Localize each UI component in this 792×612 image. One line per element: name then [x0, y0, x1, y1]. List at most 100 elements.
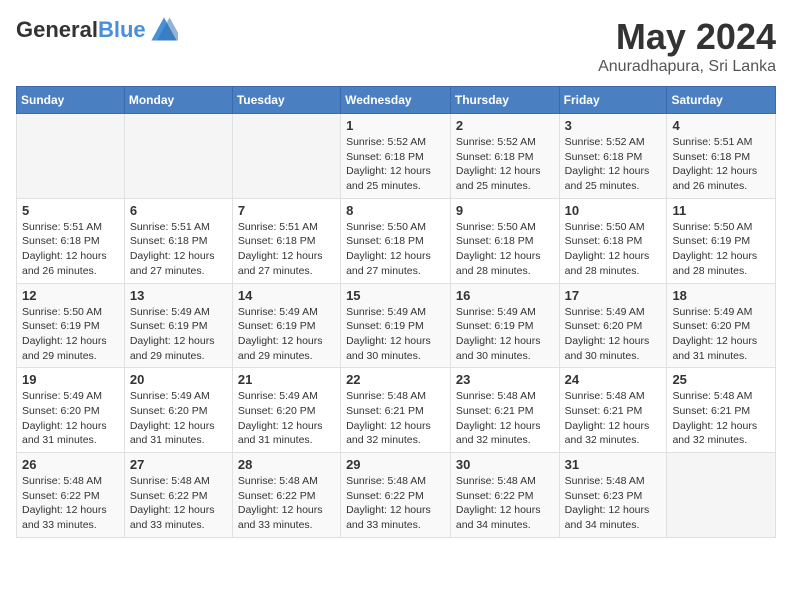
- day-info: Sunrise: 5:48 AM Sunset: 6:22 PM Dayligh…: [130, 474, 227, 533]
- calendar-cell: 27 Sunrise: 5:48 AM Sunset: 6:22 PM Dayli…: [124, 453, 232, 538]
- day-number: 10: [565, 203, 662, 218]
- week-row-2: 5 Sunrise: 5:51 AM Sunset: 6:18 PM Daylig…: [17, 198, 776, 283]
- calendar-cell: 24Sunrise: 5:48 AM Sunset: 6:21 PM Dayli…: [559, 368, 667, 453]
- calendar-cell: [17, 114, 125, 199]
- day-number: 31: [565, 457, 662, 472]
- calendar-cell: 6Sunrise: 5:51 AM Sunset: 6:18 PM Daylig…: [124, 198, 232, 283]
- day-number: 3: [565, 118, 662, 133]
- day-number: 22: [346, 372, 445, 387]
- calendar-cell: 8Sunrise: 5:50 AM Sunset: 6:18 PM Daylig…: [341, 198, 451, 283]
- calendar-cell: 9 Sunrise: 5:50 AM Sunset: 6:18 PM Daylig…: [450, 198, 559, 283]
- day-info: Sunrise: 5:49 AM Sunset: 6:19 PM Dayligh…: [238, 305, 335, 364]
- day-number: 2: [456, 118, 554, 133]
- day-number: 24: [565, 372, 662, 387]
- day-number: 25: [672, 372, 770, 387]
- calendar-cell: 10 Sunrise: 5:50 AM Sunset: 6:18 PM Dayli…: [559, 198, 667, 283]
- day-number: 8: [346, 203, 445, 218]
- week-row-5: 26 Sunrise: 5:48 AM Sunset: 6:22 PM Dayli…: [17, 453, 776, 538]
- calendar-cell: 28 Sunrise: 5:48 AM Sunset: 6:22 PM Dayli…: [232, 453, 340, 538]
- day-info: Sunrise: 5:49 AM Sunset: 6:19 PM Dayligh…: [456, 305, 554, 364]
- header-saturday: Saturday: [667, 87, 776, 114]
- day-number: 16: [456, 288, 554, 303]
- day-info: Sunrise: 5:48 AM Sunset: 6:23 PM Dayligh…: [565, 474, 662, 533]
- day-number: 28: [238, 457, 335, 472]
- day-number: 7: [238, 203, 335, 218]
- day-number: 26: [22, 457, 119, 472]
- day-info: Sunrise: 5:52 AM Sunset: 6:18 PM Dayligh…: [346, 135, 445, 194]
- day-info: Sunrise: 5:49 AM Sunset: 6:20 PM Dayligh…: [672, 305, 770, 364]
- calendar-cell: 2Sunrise: 5:52 AM Sunset: 6:18 PM Daylig…: [450, 114, 559, 199]
- day-info: Sunrise: 5:48 AM Sunset: 6:22 PM Dayligh…: [346, 474, 445, 533]
- calendar-cell: 7 Sunrise: 5:51 AM Sunset: 6:18 PM Daylig…: [232, 198, 340, 283]
- header-monday: Monday: [124, 87, 232, 114]
- day-number: 27: [130, 457, 227, 472]
- calendar-cell: 4 Sunrise: 5:51 AM Sunset: 6:18 PM Daylig…: [667, 114, 776, 199]
- calendar-cell: [124, 114, 232, 199]
- day-info: Sunrise: 5:48 AM Sunset: 6:21 PM Dayligh…: [346, 389, 445, 448]
- day-number: 18: [672, 288, 770, 303]
- header-row: SundayMondayTuesdayWednesdayThursdayFrid…: [17, 87, 776, 114]
- logo: GeneralBlue: [16, 16, 178, 44]
- day-info: Sunrise: 5:48 AM Sunset: 6:21 PM Dayligh…: [456, 389, 554, 448]
- day-info: Sunrise: 5:49 AM Sunset: 6:19 PM Dayligh…: [346, 305, 445, 364]
- calendar-cell: 25 Sunrise: 5:48 AM Sunset: 6:21 PM Dayli…: [667, 368, 776, 453]
- day-info: Sunrise: 5:48 AM Sunset: 6:22 PM Dayligh…: [238, 474, 335, 533]
- day-info: Sunrise: 5:51 AM Sunset: 6:18 PM Dayligh…: [130, 220, 227, 279]
- week-row-4: 19Sunrise: 5:49 AM Sunset: 6:20 PM Dayli…: [17, 368, 776, 453]
- calendar-cell: 21Sunrise: 5:49 AM Sunset: 6:20 PM Dayli…: [232, 368, 340, 453]
- page-header: GeneralBlue May 2024 Anuradhapura, Sri L…: [16, 16, 776, 76]
- title-area: May 2024 Anuradhapura, Sri Lanka: [598, 16, 776, 76]
- day-info: Sunrise: 5:50 AM Sunset: 6:19 PM Dayligh…: [672, 220, 770, 279]
- day-number: 20: [130, 372, 227, 387]
- week-row-3: 12Sunrise: 5:50 AM Sunset: 6:19 PM Dayli…: [17, 283, 776, 368]
- calendar-cell: 30Sunrise: 5:48 AM Sunset: 6:22 PM Dayli…: [450, 453, 559, 538]
- calendar-cell: 19Sunrise: 5:49 AM Sunset: 6:20 PM Dayli…: [17, 368, 125, 453]
- day-info: Sunrise: 5:50 AM Sunset: 6:18 PM Dayligh…: [456, 220, 554, 279]
- day-number: 13: [130, 288, 227, 303]
- week-row-1: 1 Sunrise: 5:52 AM Sunset: 6:18 PM Daylig…: [17, 114, 776, 199]
- header-wednesday: Wednesday: [341, 87, 451, 114]
- header-sunday: Sunday: [17, 87, 125, 114]
- calendar-cell: 1 Sunrise: 5:52 AM Sunset: 6:18 PM Daylig…: [341, 114, 451, 199]
- day-info: Sunrise: 5:50 AM Sunset: 6:18 PM Dayligh…: [565, 220, 662, 279]
- calendar-body: 1 Sunrise: 5:52 AM Sunset: 6:18 PM Daylig…: [17, 114, 776, 538]
- day-info: Sunrise: 5:51 AM Sunset: 6:18 PM Dayligh…: [672, 135, 770, 194]
- day-info: Sunrise: 5:51 AM Sunset: 6:18 PM Dayligh…: [238, 220, 335, 279]
- day-number: 14: [238, 288, 335, 303]
- logo-icon: [150, 16, 178, 44]
- day-number: 5: [22, 203, 119, 218]
- calendar-cell: 3Sunrise: 5:52 AM Sunset: 6:18 PM Daylig…: [559, 114, 667, 199]
- calendar-cell: 12Sunrise: 5:50 AM Sunset: 6:19 PM Dayli…: [17, 283, 125, 368]
- header-thursday: Thursday: [450, 87, 559, 114]
- calendar-cell: 14 Sunrise: 5:49 AM Sunset: 6:19 PM Dayli…: [232, 283, 340, 368]
- day-number: 23: [456, 372, 554, 387]
- day-number: 30: [456, 457, 554, 472]
- day-number: 21: [238, 372, 335, 387]
- calendar-cell: 13 Sunrise: 5:49 AM Sunset: 6:19 PM Dayli…: [124, 283, 232, 368]
- day-number: 11: [672, 203, 770, 218]
- day-info: Sunrise: 5:49 AM Sunset: 6:20 PM Dayligh…: [130, 389, 227, 448]
- calendar-cell: 16 Sunrise: 5:49 AM Sunset: 6:19 PM Dayli…: [450, 283, 559, 368]
- calendar-cell: 17Sunrise: 5:49 AM Sunset: 6:20 PM Dayli…: [559, 283, 667, 368]
- calendar-cell: 20 Sunrise: 5:49 AM Sunset: 6:20 PM Dayli…: [124, 368, 232, 453]
- day-number: 4: [672, 118, 770, 133]
- day-info: Sunrise: 5:51 AM Sunset: 6:18 PM Dayligh…: [22, 220, 119, 279]
- header-tuesday: Tuesday: [232, 87, 340, 114]
- day-number: 1: [346, 118, 445, 133]
- logo-general: GeneralBlue: [16, 17, 146, 43]
- day-info: Sunrise: 5:48 AM Sunset: 6:22 PM Dayligh…: [22, 474, 119, 533]
- calendar-cell: 11 Sunrise: 5:50 AM Sunset: 6:19 PM Dayli…: [667, 198, 776, 283]
- day-info: Sunrise: 5:49 AM Sunset: 6:19 PM Dayligh…: [130, 305, 227, 364]
- calendar-cell: 23 Sunrise: 5:48 AM Sunset: 6:21 PM Dayli…: [450, 368, 559, 453]
- calendar-header: SundayMondayTuesdayWednesdayThursdayFrid…: [17, 87, 776, 114]
- day-number: 9: [456, 203, 554, 218]
- calendar-cell: 5 Sunrise: 5:51 AM Sunset: 6:18 PM Daylig…: [17, 198, 125, 283]
- calendar-cell: 26 Sunrise: 5:48 AM Sunset: 6:22 PM Dayli…: [17, 453, 125, 538]
- day-info: Sunrise: 5:50 AM Sunset: 6:19 PM Dayligh…: [22, 305, 119, 364]
- day-info: Sunrise: 5:49 AM Sunset: 6:20 PM Dayligh…: [22, 389, 119, 448]
- day-info: Sunrise: 5:49 AM Sunset: 6:20 PM Dayligh…: [565, 305, 662, 364]
- day-info: Sunrise: 5:48 AM Sunset: 6:21 PM Dayligh…: [672, 389, 770, 448]
- header-friday: Friday: [559, 87, 667, 114]
- calendar-cell: [232, 114, 340, 199]
- calendar-cell: 29Sunrise: 5:48 AM Sunset: 6:22 PM Dayli…: [341, 453, 451, 538]
